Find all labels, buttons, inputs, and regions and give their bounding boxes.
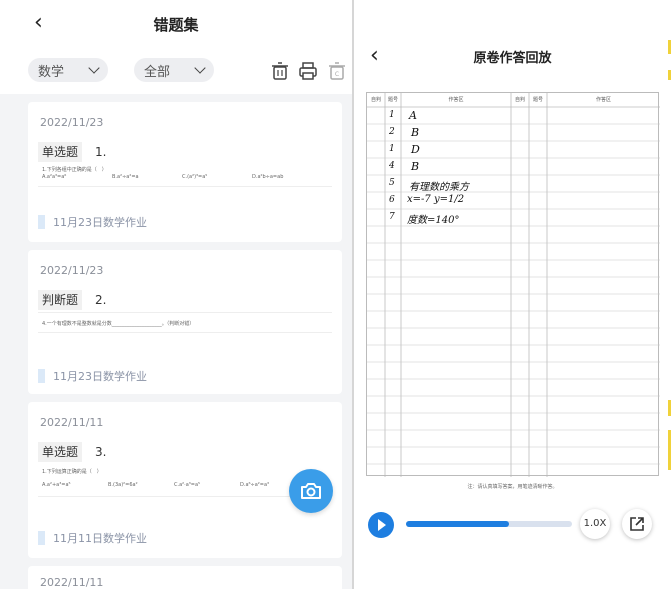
chevron-down-icon (88, 62, 100, 74)
question-type-tag: 单选题 (38, 142, 83, 162)
question-number: 2. (95, 293, 107, 307)
homework-source: 11月23日数学作业 (38, 214, 147, 230)
handwritten-answer: D (411, 143, 420, 156)
chevron-down-icon (194, 62, 206, 74)
homework-source: 11月11日数学作业 (38, 530, 147, 546)
scope-dropdown[interactable]: 全部 (134, 58, 214, 82)
homework-marker (38, 215, 45, 229)
homework-marker (38, 531, 45, 545)
header-question-number-2: 题号 (532, 97, 543, 103)
handwritten-number: 6 (389, 195, 395, 205)
playback-speed-button[interactable]: 1.0X (580, 509, 610, 539)
question-text: 1.下列运算正确的是（ ） (42, 469, 102, 475)
play-button[interactable] (368, 512, 394, 538)
mistake-collection-panel: ‹ 错题集 数学 全部 C 2022/11/23 单选题 1. 1.下列各组中正… (0, 0, 352, 589)
mistake-card[interactable]: 2022/11/23 判断题 2. 4.一个有理数不是整数就是分数_______… (28, 250, 342, 394)
card-date: 2022/11/11 (40, 416, 104, 429)
card-date: 2022/11/23 (40, 116, 104, 129)
scope-dropdown-label: 全部 (144, 64, 171, 80)
question-type-tag: 判断题 (38, 290, 83, 310)
edge-markers (668, 40, 671, 470)
handwritten-number: 1 (389, 110, 395, 120)
card-divider (38, 312, 332, 313)
question-text: 1.下列各组中正确的是（ ） (42, 167, 107, 173)
option-c: C.a²·a³=a⁵ (174, 482, 201, 488)
mistake-card[interactable]: 2022/11/11 (28, 566, 342, 589)
homework-source: 11月23日数学作业 (38, 368, 147, 384)
share-button[interactable] (622, 509, 652, 539)
handwritten-number: 5 (389, 178, 395, 188)
handwritten-answer: 有理数的乘方 (409, 182, 469, 193)
trash-icon[interactable] (270, 61, 290, 81)
sheet-footnote: 注：请认真填写答案，用笔迹清晰作答。 (467, 484, 558, 490)
option-c: C.(a²)³=a⁵ (182, 174, 208, 180)
homework-name: 11月11日数学作业 (53, 532, 147, 545)
header-answer-area-2: 作答区 (595, 97, 611, 103)
header-self-check-2: 自判 (514, 97, 525, 103)
header-question-number: 题号 (387, 97, 398, 103)
subject-dropdown-label: 数学 (38, 64, 65, 80)
homework-marker (38, 369, 45, 383)
card-date: 2022/11/23 (40, 264, 104, 277)
option-b: B.a²÷a²=a (112, 174, 139, 180)
question-text: 4.一个有理数不是整数就是分数____________________。（判断对… (42, 321, 195, 327)
screen: ‹ 错题集 数学 全部 C 2022/11/23 单选题 1. 1.下列各组中正… (0, 0, 671, 589)
card-divider (38, 332, 332, 333)
replay-title: 原卷作答回放 (473, 51, 552, 66)
option-d: D.a²b÷a=ab (252, 174, 284, 180)
filter-bar: 数学 全部 C (0, 48, 352, 94)
answer-replay-panel: ‹ 原卷作答回放 自判 题号 作答区 自判 题号 作答区 1 A 2 B 1 D… (354, 0, 671, 589)
page-title: 错题集 (153, 16, 199, 34)
option-a: A.a²a³=a⁶ (42, 174, 67, 180)
camera-icon (301, 483, 321, 499)
handwritten-answer: A (409, 109, 417, 122)
svg-text:C: C (335, 71, 339, 78)
homework-name: 11月23日数学作业 (53, 216, 147, 229)
clear-icon[interactable]: C (327, 61, 347, 81)
handwritten-number: 1 (389, 144, 395, 154)
option-d: D.a⁶÷a²=a³ (240, 482, 270, 488)
handwritten-number: 7 (389, 212, 395, 222)
header-answer-area: 作答区 (448, 97, 464, 103)
handwritten-number: 2 (389, 127, 395, 137)
share-icon (630, 517, 644, 531)
handwritten-answer: 度数=140° (407, 215, 460, 226)
question-type-tag: 单选题 (38, 442, 83, 462)
header-self-check: 自判 (370, 97, 381, 103)
subject-dropdown[interactable]: 数学 (28, 58, 108, 82)
answer-sheet: 自判 题号 作答区 自判 题号 作答区 1 A 2 B 1 D 4 B 5 有理… (366, 92, 660, 477)
question-number: 1. (95, 145, 107, 159)
handwritten-number: 4 (389, 161, 395, 171)
mistake-card[interactable]: 2022/11/23 单选题 1. 1.下列各组中正确的是（ ） A.a²a³=… (28, 102, 342, 242)
card-divider (38, 496, 332, 497)
card-date: 2022/11/11 (40, 576, 104, 589)
print-icon[interactable] (298, 61, 318, 81)
handwritten-answer: x=-7 y=1/2 (407, 194, 465, 205)
progress-slider[interactable] (406, 521, 572, 527)
option-a: A.a²+a³=a⁵ (42, 482, 71, 488)
card-divider (38, 186, 332, 187)
handwritten-answer: B (411, 126, 420, 139)
camera-button[interactable] (289, 469, 333, 513)
option-b: B.(3a)²=6a² (108, 482, 138, 488)
homework-name: 11月23日数学作业 (53, 370, 147, 383)
handwritten-answer: B (411, 160, 420, 173)
left-header: ‹ 错题集 (0, 0, 352, 48)
question-number: 3. (95, 445, 107, 459)
progress-fill (406, 521, 509, 527)
